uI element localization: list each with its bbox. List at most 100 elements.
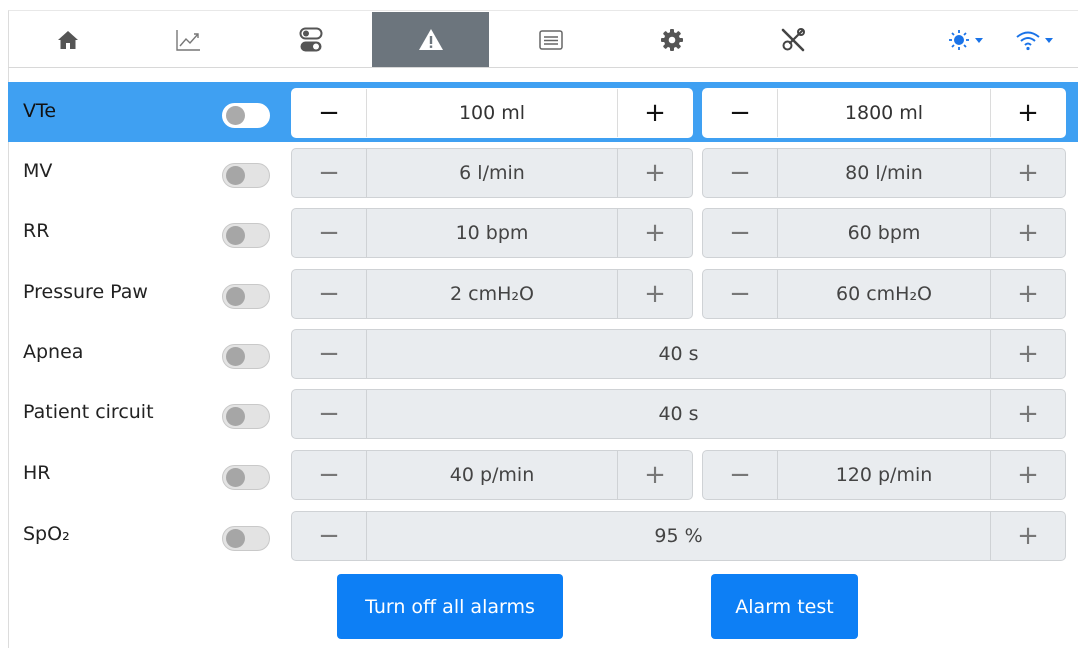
turn-off-all-alarms-button[interactable]: Turn off all alarms [337, 574, 563, 639]
alarm-label: MV [23, 160, 53, 182]
high-limit-value: 120 p/min [835, 464, 933, 486]
toggles-icon [299, 27, 322, 51]
warning-icon [418, 28, 443, 50]
alarm-row-mv: MV − 6 l/min + − 80 l/min + [8, 142, 1078, 202]
alarm-row-vte[interactable]: VTe − 100 ml + − 1800 ml + [8, 82, 1078, 142]
high-limit-stepper: − 120 p/min + [702, 450, 1066, 500]
low-limit-value: 100 ml [458, 102, 526, 124]
alarm-label: RR [23, 220, 50, 242]
toggle-knob [226, 468, 245, 487]
increase-button[interactable]: + [617, 89, 692, 137]
alarm-toggle[interactable] [222, 465, 270, 490]
alarm-toggle[interactable] [222, 404, 270, 429]
high-limit-stepper: − 60 cmH₂O + [702, 269, 1066, 319]
increase-button[interactable]: + [617, 209, 692, 257]
increase-button[interactable]: + [990, 209, 1065, 257]
increase-button[interactable]: + [617, 270, 692, 318]
decrease-button[interactable]: − [292, 512, 367, 560]
high-limit-stepper: − 60 bpm + [702, 208, 1066, 258]
gear-icon [661, 28, 683, 51]
wifi-menu[interactable] [1003, 12, 1068, 67]
increase-button[interactable]: + [617, 149, 692, 197]
increase-button[interactable]: + [617, 451, 692, 499]
toggle-knob [226, 166, 245, 185]
low-limit-stepper: − 2 cmH₂O + [291, 269, 693, 319]
limit-value: 40 s [658, 343, 699, 365]
high-limit-value: 80 l/min [845, 162, 923, 184]
decrease-button[interactable]: − [703, 89, 778, 137]
alarm-toggle[interactable] [222, 163, 270, 188]
decrease-button[interactable]: − [292, 209, 367, 257]
low-limit-stepper: − 100 ml + [291, 88, 693, 138]
alarm-test-button[interactable]: Alarm test [711, 574, 858, 639]
alarm-toggle[interactable] [222, 344, 270, 369]
limit-stepper: − 95 % + [291, 511, 1066, 561]
alarm-row-rr: RR − 10 bpm + − 60 bpm + [8, 202, 1078, 262]
tab-alarms[interactable] [372, 12, 489, 67]
tab-chart[interactable] [128, 12, 248, 67]
tab-home[interactable] [8, 12, 128, 67]
increase-button[interactable]: + [990, 270, 1065, 318]
brightness-icon [949, 29, 983, 50]
high-limit-stepper: − 80 l/min + [702, 148, 1066, 198]
toggle-knob [226, 407, 245, 426]
alarm-row-spo2: SpO₂ − 95 % + [8, 505, 1078, 565]
limit-value: 95 % [654, 525, 703, 547]
toggle-knob [226, 287, 245, 306]
alarm-label: HR [23, 462, 51, 484]
increase-button[interactable]: + [990, 512, 1065, 560]
decrease-button[interactable]: − [292, 390, 367, 438]
alarm-toggle[interactable] [222, 284, 270, 309]
high-limit-stepper: − 1800 ml + [702, 88, 1066, 138]
tab-log[interactable] [492, 12, 610, 67]
tab-settings[interactable] [613, 12, 731, 67]
low-limit-value: 6 l/min [459, 162, 525, 184]
low-limit-value: 10 bpm [455, 222, 529, 244]
alarm-label: Patient circuit [23, 401, 154, 423]
decrease-button[interactable]: − [703, 270, 778, 318]
high-limit-value: 60 cmH₂O [835, 283, 933, 305]
top-nav [8, 12, 1078, 68]
toggle-knob [226, 106, 245, 125]
decrease-button[interactable]: − [292, 149, 367, 197]
alarm-toggle[interactable] [222, 223, 270, 248]
increase-button[interactable]: + [990, 451, 1065, 499]
alarm-toggle[interactable] [222, 526, 270, 551]
alarm-row-patient-circuit: Patient circuit − 40 s + [8, 383, 1078, 443]
decrease-button[interactable]: − [703, 149, 778, 197]
limit-stepper: − 40 s + [291, 329, 1066, 379]
toggle-knob [226, 529, 245, 548]
list-icon [539, 29, 563, 50]
increase-button[interactable]: + [990, 149, 1065, 197]
home-icon [58, 30, 78, 49]
alarm-label: Pressure Paw [23, 281, 148, 303]
increase-button[interactable]: + [990, 390, 1065, 438]
alarm-toggle[interactable] [222, 103, 270, 128]
low-limit-stepper: − 10 bpm + [291, 208, 693, 258]
decrease-button[interactable]: − [292, 330, 367, 378]
high-limit-value: 1800 ml [844, 102, 924, 124]
low-limit-value: 2 cmH₂O [450, 283, 534, 305]
increase-button[interactable]: + [990, 330, 1065, 378]
low-limit-stepper: − 40 p/min + [291, 450, 693, 500]
limit-value: 40 s [658, 403, 699, 425]
wifi-icon [1015, 31, 1053, 50]
decrease-button[interactable]: − [703, 209, 778, 257]
toggle-knob [226, 347, 245, 366]
chart-icon [176, 29, 200, 51]
alarm-row-apnea: Apnea − 40 s + [8, 323, 1078, 383]
tab-tools[interactable] [734, 12, 852, 67]
brightness-menu[interactable] [938, 12, 998, 67]
low-limit-stepper: − 6 l/min + [291, 148, 693, 198]
decrease-button[interactable]: − [292, 270, 367, 318]
decrease-button[interactable]: − [703, 451, 778, 499]
alarm-row-pressure-paw: Pressure Paw − 2 cmH₂O + − 60 cmH₂O + [8, 263, 1078, 323]
toggle-knob [226, 226, 245, 245]
tab-toggles[interactable] [253, 12, 368, 67]
low-limit-value: 40 p/min [449, 464, 535, 486]
high-limit-value: 60 bpm [847, 222, 921, 244]
decrease-button[interactable]: − [292, 451, 367, 499]
decrease-button[interactable]: − [292, 89, 367, 137]
alarm-label: VTe [23, 100, 57, 122]
increase-button[interactable]: + [990, 89, 1065, 137]
